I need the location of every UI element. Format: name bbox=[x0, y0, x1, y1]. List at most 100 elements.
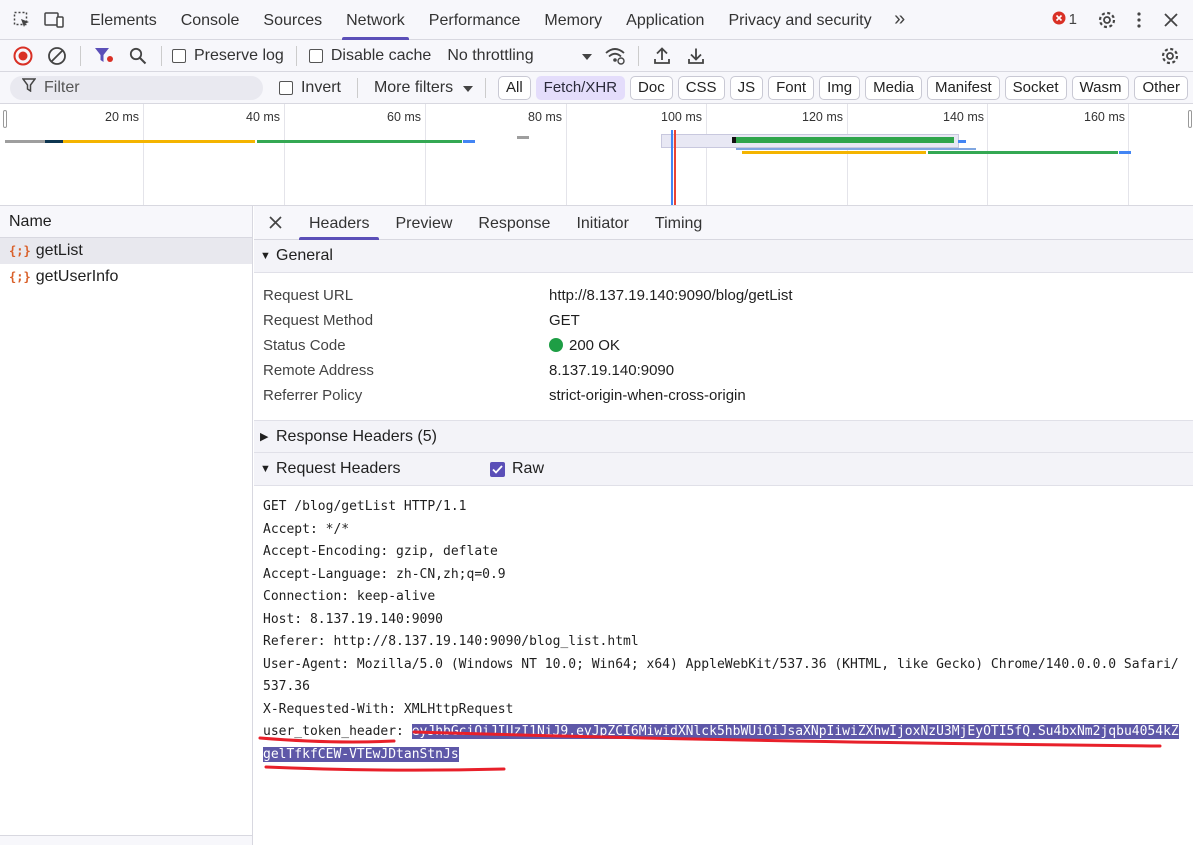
invert-checkbox[interactable]: Invert bbox=[278, 79, 341, 97]
timing-bar bbox=[1119, 151, 1131, 154]
request-headers-section-header[interactable]: ▼ Request Headers Raw bbox=[254, 453, 1193, 486]
tick-label: 60 ms bbox=[387, 110, 422, 124]
tick-label: 40 ms bbox=[246, 110, 281, 124]
tab-sources[interactable]: Sources bbox=[251, 0, 334, 40]
general-row: Referrer Policy strict-origin-when-cross… bbox=[254, 383, 1193, 408]
filter-chip[interactable]: Img bbox=[819, 75, 861, 100]
annotation-underline bbox=[264, 765, 506, 772]
tab-timing[interactable]: Timing bbox=[642, 206, 715, 240]
header-value: 200 OK bbox=[569, 337, 620, 354]
request-headers-title: Request Headers bbox=[276, 460, 401, 477]
tab-memory[interactable]: Memory bbox=[532, 0, 614, 40]
header-value: http://8.137.19.140:9090/blog/getList bbox=[549, 287, 793, 304]
more-tabs-icon[interactable]: » bbox=[884, 0, 916, 40]
export-har-icon[interactable] bbox=[679, 40, 713, 72]
triangle-right-icon: ▶ bbox=[260, 431, 269, 443]
clear-log-icon[interactable] bbox=[40, 40, 74, 72]
filter-input[interactable]: Filter bbox=[10, 75, 263, 100]
request-row[interactable]: {;} getList bbox=[0, 238, 252, 264]
checkbox-unchecked[interactable] bbox=[278, 80, 293, 95]
device-toolbar-icon[interactable] bbox=[38, 0, 70, 40]
raw-header-line: Accept-Encoding: gzip, deflate bbox=[263, 544, 498, 559]
header-key: Request URL bbox=[263, 287, 354, 304]
filter-chip[interactable]: JS bbox=[729, 75, 764, 100]
header-value: strict-origin-when-cross-origin bbox=[549, 387, 746, 404]
filter-chip[interactable]: All bbox=[498, 75, 531, 100]
tab-elements[interactable]: Elements bbox=[78, 0, 169, 40]
inspect-element-icon[interactable] bbox=[6, 0, 38, 40]
tab-console[interactable]: Console bbox=[169, 0, 252, 40]
toolbar-divider bbox=[295, 45, 297, 66]
detail-tabbar: Headers Preview Response Initiator Timin… bbox=[254, 206, 1193, 240]
throttling-select[interactable]: No throttling bbox=[447, 47, 592, 65]
tick-label: 160 ms bbox=[1084, 110, 1125, 124]
chevron-down-icon bbox=[463, 79, 474, 97]
name-column-header[interactable]: Name bbox=[0, 206, 252, 238]
tab-network[interactable]: Network bbox=[334, 0, 417, 40]
toolbar-divider bbox=[80, 45, 81, 66]
more-filters-dropdown[interactable]: More filters bbox=[373, 78, 474, 97]
network-settings-gear-icon[interactable] bbox=[1153, 40, 1187, 72]
filter-chip[interactable]: Doc bbox=[630, 75, 673, 100]
raw-toggle[interactable]: Raw bbox=[490, 460, 544, 478]
error-icon bbox=[1052, 11, 1066, 29]
checkbox-unchecked[interactable] bbox=[172, 48, 186, 63]
header-key: Request Method bbox=[263, 312, 374, 329]
tab-performance[interactable]: Performance bbox=[417, 0, 533, 40]
timing-bar bbox=[732, 137, 736, 143]
general-row: Remote Address 8.137.19.140:9090 bbox=[254, 358, 1193, 383]
error-count: 1 bbox=[1068, 11, 1077, 28]
filter-chip[interactable]: CSS bbox=[677, 75, 725, 100]
timing-bar bbox=[517, 136, 529, 139]
toolbar-divider bbox=[357, 77, 358, 98]
preserve-log-checkbox[interactable]: Preserve log bbox=[172, 47, 284, 65]
record-stop-icon[interactable] bbox=[6, 40, 40, 72]
tab-privacy-security[interactable]: Privacy and security bbox=[716, 0, 883, 40]
filter-chip[interactable]: Fetch/XHR bbox=[535, 75, 626, 100]
tab-application[interactable]: Application bbox=[614, 0, 716, 40]
checkbox-unchecked[interactable] bbox=[308, 48, 323, 63]
error-count-badge[interactable]: 1 bbox=[1052, 11, 1077, 29]
timing-bar bbox=[63, 140, 255, 143]
network-overview-timeline[interactable]: 20 ms 40 ms 60 ms 80 ms 100 ms 120 ms 14… bbox=[0, 104, 1193, 206]
tick-label: 140 ms bbox=[943, 110, 984, 124]
filter-funnel-icon[interactable] bbox=[87, 40, 121, 72]
filter-chip[interactable]: Font bbox=[768, 75, 815, 100]
filter-row: Filter Invert More filters All Fetch/XHR D… bbox=[0, 72, 1193, 104]
tab-headers[interactable]: Headers bbox=[296, 206, 382, 240]
raw-label: Raw bbox=[512, 460, 545, 477]
import-har-icon[interactable] bbox=[645, 40, 679, 72]
response-headers-section-header[interactable]: ▶ Response Headers (5) bbox=[254, 420, 1193, 453]
timing-bar bbox=[736, 148, 976, 150]
more-filters-label: More filters bbox=[373, 78, 454, 96]
filter-chip[interactable]: Media bbox=[865, 75, 922, 100]
overview-left-handle[interactable] bbox=[3, 110, 7, 128]
close-detail-icon[interactable] bbox=[254, 216, 296, 229]
tab-preview[interactable]: Preview bbox=[382, 206, 465, 240]
network-conditions-icon[interactable] bbox=[598, 40, 632, 72]
filter-chip[interactable]: Wasm bbox=[1071, 75, 1130, 100]
toolbar-divider bbox=[161, 45, 162, 66]
overview-right-handle[interactable] bbox=[1188, 110, 1192, 128]
request-row[interactable]: {;} getUserInfo bbox=[0, 264, 252, 290]
header-key: Remote Address bbox=[263, 362, 374, 379]
filter-chip[interactable]: Socket bbox=[1004, 75, 1067, 100]
general-section-header[interactable]: ▼ General bbox=[254, 240, 1193, 273]
disable-cache-checkbox[interactable]: Disable cache bbox=[308, 47, 431, 65]
tab-initiator[interactable]: Initiator bbox=[563, 206, 641, 240]
close-devtools-icon[interactable] bbox=[1155, 0, 1187, 40]
settings-gear-icon[interactable] bbox=[1091, 0, 1123, 40]
checkbox-checked-icon[interactable] bbox=[490, 461, 505, 477]
general-title: General bbox=[276, 247, 333, 264]
tab-response[interactable]: Response bbox=[465, 206, 563, 240]
status-value: 200 OK bbox=[549, 337, 620, 354]
filter-chip[interactable]: Other bbox=[1134, 75, 1188, 100]
header-key: Status Code bbox=[263, 337, 346, 354]
request-name: getList bbox=[35, 242, 83, 259]
raw-request-headers[interactable]: GET /blog/getList HTTP/1.1 Accept: */* A… bbox=[254, 496, 1184, 766]
search-icon[interactable] bbox=[121, 40, 155, 72]
xhr-icon: {;} bbox=[9, 244, 31, 258]
filter-chip[interactable]: Manifest bbox=[926, 75, 1000, 100]
kebab-menu-icon[interactable] bbox=[1123, 0, 1155, 40]
load-event-marker bbox=[674, 130, 676, 205]
